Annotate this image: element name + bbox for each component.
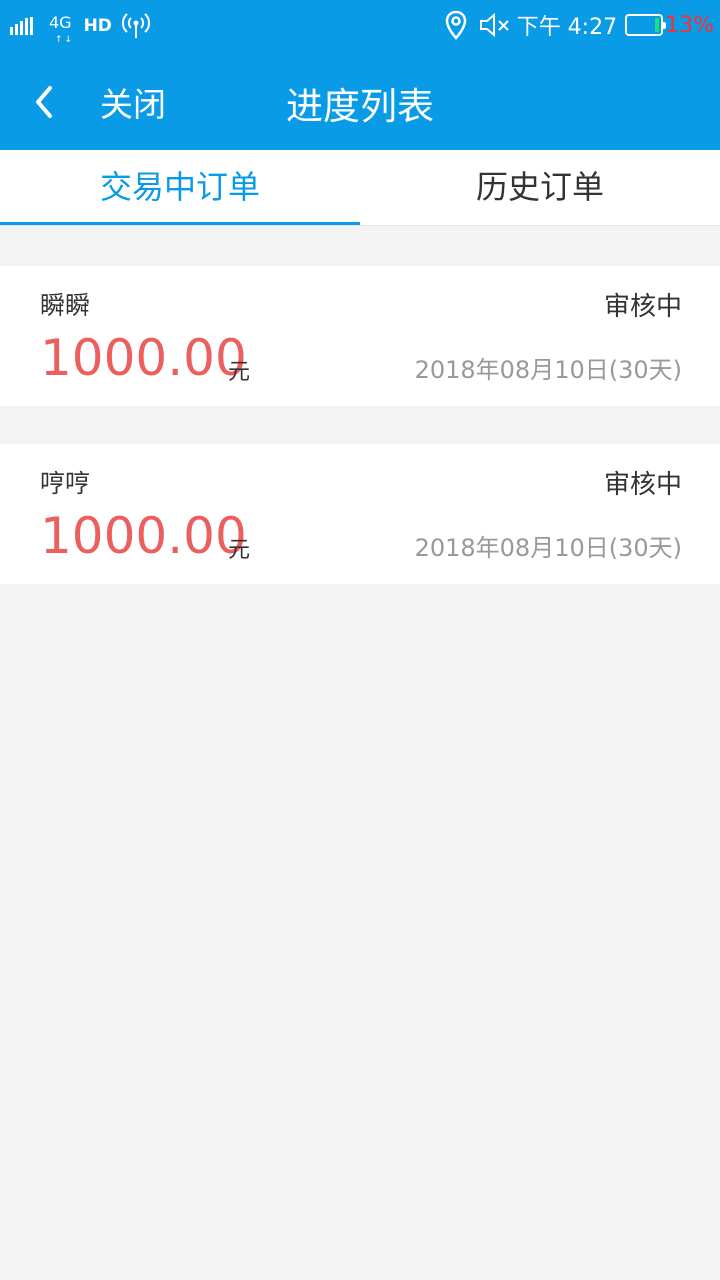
hd-indicator: HD [83, 16, 112, 36]
network-type: 4G ↑↓ [49, 13, 75, 46]
order-name: 瞬瞬 [40, 291, 91, 320]
status-bar-left: 4G ↑↓ HD [10, 10, 150, 46]
tab-history-orders[interactable]: 历史订单 [360, 150, 720, 226]
app-header-bar: 4G ↑↓ HD 下午 4:27 13% 关闭 进度列表 [0, 0, 720, 150]
amount-unit: 元 [228, 538, 251, 563]
tab-active-orders[interactable]: 交易中订单 [0, 150, 360, 226]
amount-unit: 元 [228, 360, 251, 385]
mute-icon [479, 12, 509, 38]
order-card[interactable]: 瞬瞬 审核中 1000.00 元 2018年08月10日(30天) [0, 266, 720, 406]
order-status: 审核中 [603, 292, 682, 322]
battery-level [655, 18, 660, 32]
battery-icon [625, 14, 667, 36]
status-bar: 4G ↑↓ HD 下午 4:27 13% [0, 0, 720, 52]
navigation-bar: 关闭 进度列表 [0, 52, 720, 150]
order-date: 2018年08月10日(30天) [414, 534, 682, 562]
page-title: 进度列表 [286, 85, 434, 128]
order-amount: 1000.00 [40, 329, 247, 387]
status-bar-right: 下午 4:27 13% [445, 8, 714, 42]
location-icon [445, 10, 466, 40]
order-name: 哼哼 [40, 469, 91, 498]
signal-icon [10, 17, 35, 35]
order-amount: 1000.00 [40, 507, 247, 565]
clock: 下午 4:27 [516, 15, 618, 40]
order-status: 审核中 [603, 470, 682, 500]
battery-percent: 13% [665, 12, 714, 38]
hotspot-icon [121, 13, 150, 38]
divider [0, 225, 720, 226]
tab-bar: 交易中订单 历史订单 [0, 150, 720, 226]
order-date: 2018年08月10日(30天) [414, 356, 682, 384]
order-card[interactable]: 哼哼 审核中 1000.00 元 2018年08月10日(30天) [0, 444, 720, 584]
